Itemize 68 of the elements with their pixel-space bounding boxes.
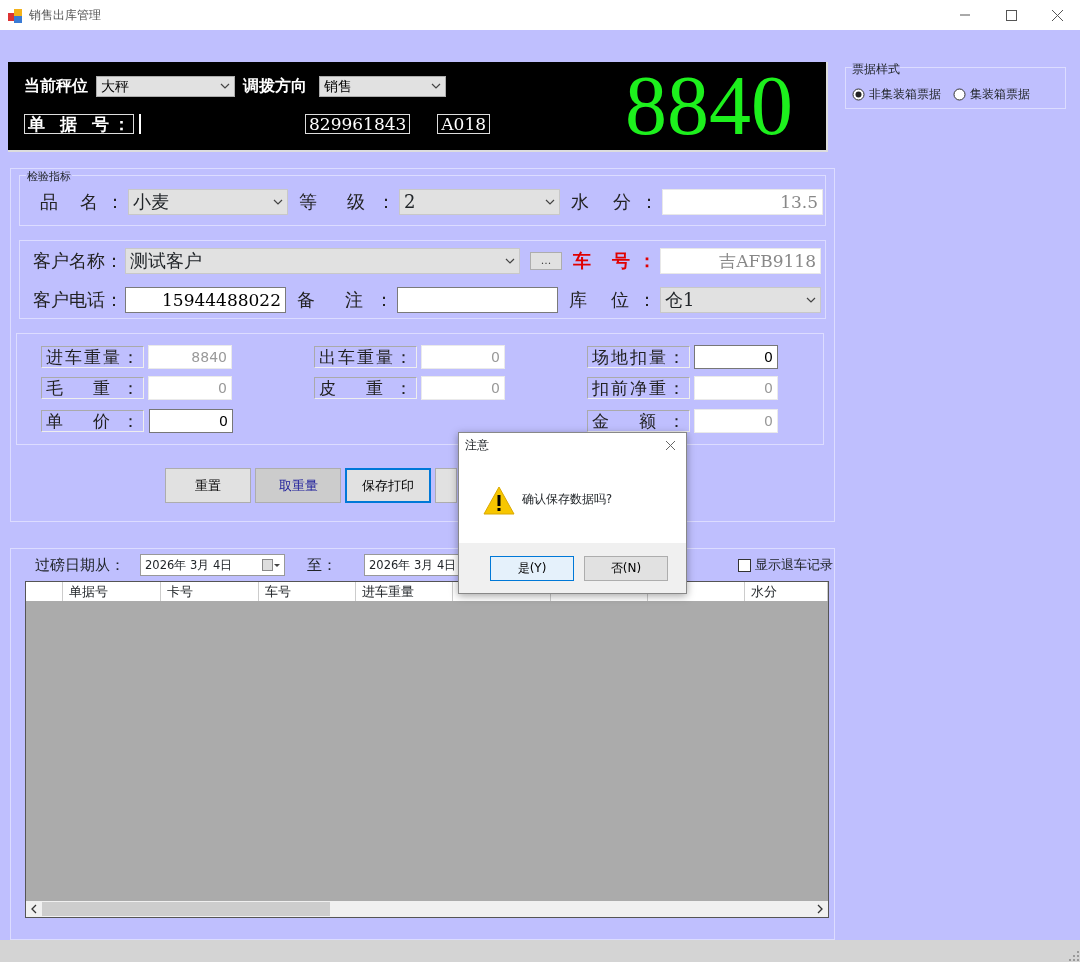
- radio-button[interactable]: [852, 87, 865, 101]
- field-label: 等 级：: [299, 190, 395, 214]
- field-label: 场地扣量：: [587, 346, 690, 368]
- field-label: 车 号：: [573, 249, 656, 273]
- dropdown-field[interactable]: 小麦: [128, 188, 288, 215]
- dropdown-icon: [545, 198, 555, 205]
- input-field[interactable]: [397, 286, 558, 313]
- doc-number: 829961843: [305, 114, 411, 134]
- dialog-message: 确认保存数据吗?: [522, 491, 613, 509]
- field-label: 单 价：: [41, 410, 144, 432]
- dropdown-icon: [505, 257, 515, 264]
- dropdown-field[interactable]: 2: [399, 188, 560, 215]
- app-icon: [8, 7, 23, 23]
- warning-icon: [483, 485, 515, 515]
- code-number: A018: [437, 114, 491, 134]
- scroll-left-icon: [31, 903, 37, 914]
- action-button[interactable]: 重置: [165, 468, 251, 503]
- scroll-right-icon: [817, 903, 823, 914]
- dropdown-icon: [220, 83, 230, 89]
- scale-label: 当前秤位: [24, 75, 88, 97]
- field-label: 备 注：: [297, 288, 393, 312]
- direction-label: 调拨方向: [243, 75, 307, 97]
- close-icon[interactable]: [665, 439, 676, 451]
- field-label: 客户名称：: [33, 249, 121, 273]
- dropdown-icon: [273, 198, 283, 205]
- direction-select[interactable]: 销售: [319, 75, 446, 97]
- field-label: 出车重量：: [314, 346, 417, 368]
- field-label: 皮 重：: [314, 377, 417, 399]
- maximize-icon[interactable]: [1004, 8, 1018, 22]
- field-label: 进车重量：: [41, 346, 144, 368]
- input-field[interactable]: 0: [694, 345, 778, 369]
- dropdown-field[interactable]: 测试客户: [125, 247, 520, 274]
- field-label: 客户电话：: [33, 288, 121, 312]
- close-icon[interactable]: [1050, 8, 1064, 22]
- date-label: 至：: [307, 555, 338, 576]
- dropdown-icon: [806, 296, 816, 303]
- action-button[interactable]: 保存打印: [345, 468, 431, 503]
- checkbox-label: 显示退车记录: [755, 555, 833, 574]
- date-picker[interactable]: 2026年 3月 4日: [140, 554, 285, 577]
- field-label: 库 位：: [569, 288, 656, 312]
- radio-button[interactable]: [953, 87, 966, 101]
- checkbox[interactable]: [738, 558, 751, 572]
- doc-number-label: 单 据 号：: [24, 114, 134, 134]
- window-title: 销售出库管理: [29, 7, 101, 24]
- radio-label: 非集装箱票据: [869, 86, 941, 103]
- action-button[interactable]: 取重量: [255, 468, 341, 503]
- dialog-title: 注意: [465, 437, 490, 454]
- date-label: 过磅日期从：: [35, 555, 126, 576]
- radio-label: 集装箱票据: [970, 86, 1030, 103]
- weight-display: 8840: [625, 64, 793, 150]
- text-cursor: [139, 114, 141, 134]
- dropdown-field[interactable]: 仓1: [660, 286, 821, 313]
- scrollbar[interactable]: [26, 900, 828, 917]
- scale-select[interactable]: 大秤: [96, 75, 235, 97]
- field-label: 品 名：: [40, 190, 124, 214]
- dialog-button[interactable]: 否(N): [584, 555, 668, 581]
- dialog-button[interactable]: 是(Y): [490, 555, 574, 581]
- field-label: 毛 重：: [41, 377, 144, 399]
- group-title: 票据样式: [852, 60, 900, 78]
- field-label: 扣前净重：: [587, 377, 690, 399]
- field-label: 水 分：: [571, 190, 658, 214]
- input-field[interactable]: 0: [149, 409, 233, 433]
- input-field[interactable]: 15944488022: [125, 286, 286, 313]
- resize-grip-icon: [1068, 950, 1080, 962]
- field-label: 金 额：: [587, 410, 690, 432]
- calendar-icon: [262, 558, 280, 573]
- dropdown-icon: [431, 83, 441, 89]
- browse-button[interactable]: ...: [530, 251, 562, 270]
